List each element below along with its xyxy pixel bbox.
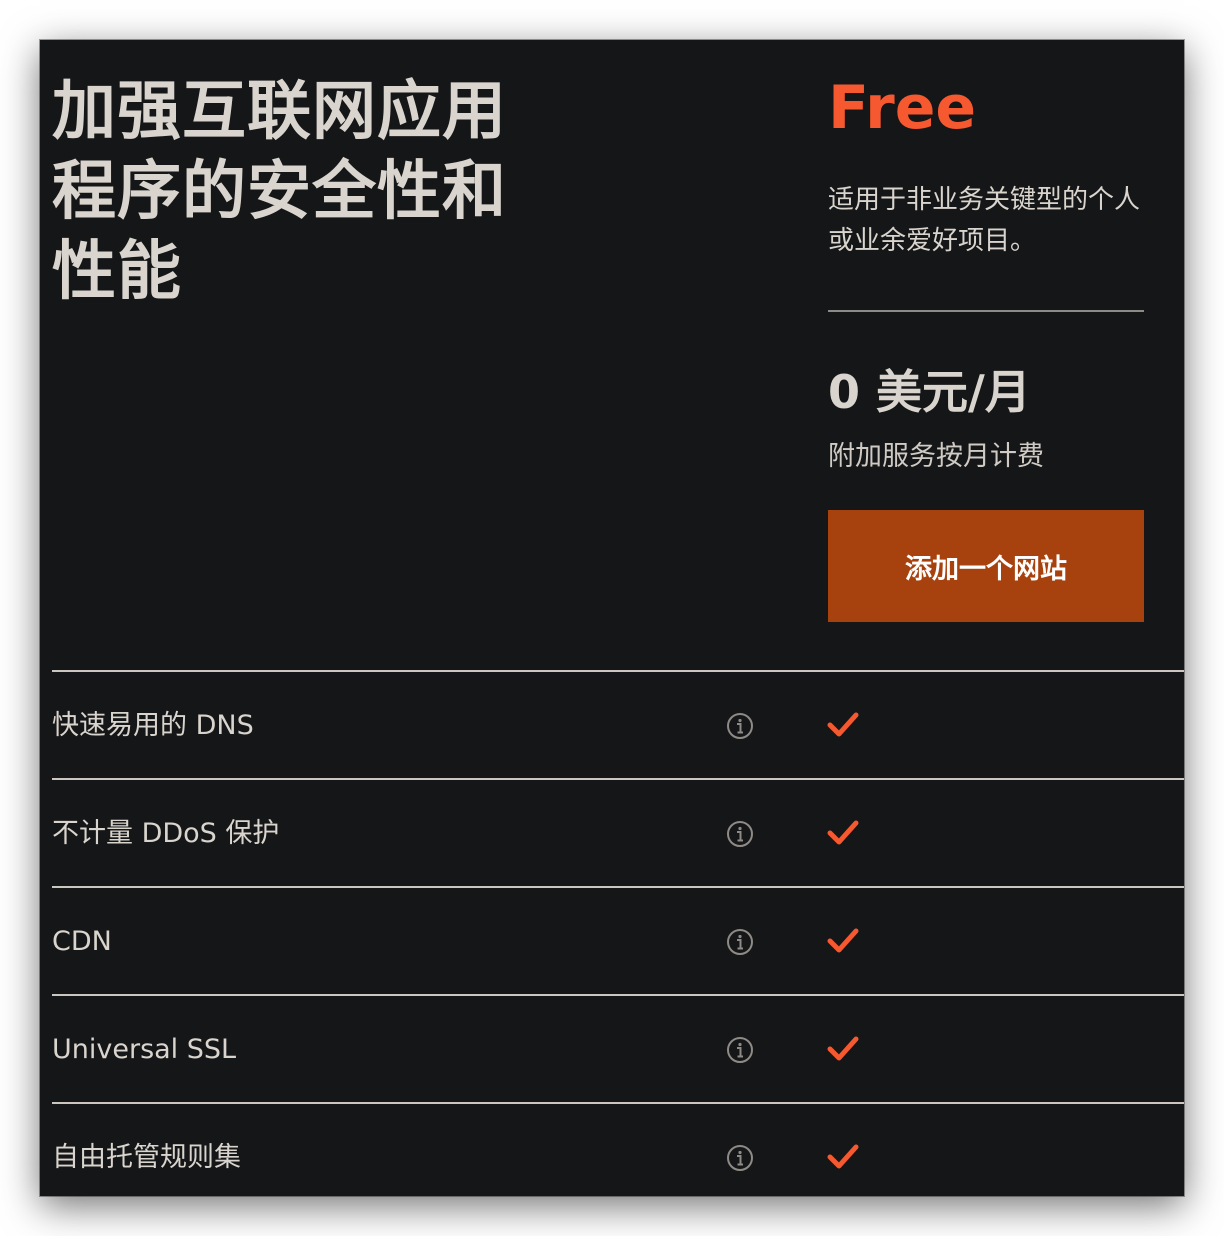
feature-row: 自由托管规则集 [52, 1102, 1184, 1196]
feature-label: 自由托管规则集 [52, 1142, 241, 1173]
checkmark-icon [827, 1036, 859, 1061]
plan-description: 适用于非业务关键型的个人或业余爱好项目。 [828, 185, 1141, 256]
feature-list: 快速易用的 DNS 不计量 DDoS 保护 CDN Universal SSL … [52, 670, 1184, 1196]
add-website-button[interactable]: 添加一个网站 [828, 510, 1144, 622]
info-circle-icon[interactable] [726, 928, 754, 956]
feature-label: 不计量 DDoS 保护 [52, 818, 280, 849]
feature-label: CDN [52, 926, 112, 957]
feature-row: 快速易用的 DNS [52, 670, 1184, 778]
checkmark-icon [827, 712, 859, 737]
info-circle-icon[interactable] [726, 1036, 754, 1064]
plan-divider [828, 310, 1144, 312]
feature-row: CDN [52, 886, 1184, 994]
page-headline: 加强互联网应用程序的安全性和性能 [52, 75, 507, 309]
plan-name: Free [828, 73, 977, 143]
feature-label: Universal SSL [52, 1034, 237, 1065]
feature-row: Universal SSL [52, 994, 1184, 1102]
checkmark-icon [827, 1144, 859, 1169]
feature-row: 不计量 DDoS 保护 [52, 778, 1184, 886]
info-circle-icon[interactable] [726, 820, 754, 848]
pricing-panel: 加强互联网应用程序的安全性和性能 Free 适用于非业务关键型的个人或业余爱好项… [40, 40, 1184, 1196]
checkmark-icon [827, 928, 859, 953]
price-note: 附加服务按月计费 [828, 441, 1044, 472]
info-circle-icon[interactable] [726, 1144, 754, 1172]
feature-label: 快速易用的 DNS [52, 710, 254, 741]
checkmark-icon [827, 820, 859, 845]
info-circle-icon[interactable] [726, 712, 754, 740]
plan-price: 0 美元/月 [828, 365, 1031, 419]
